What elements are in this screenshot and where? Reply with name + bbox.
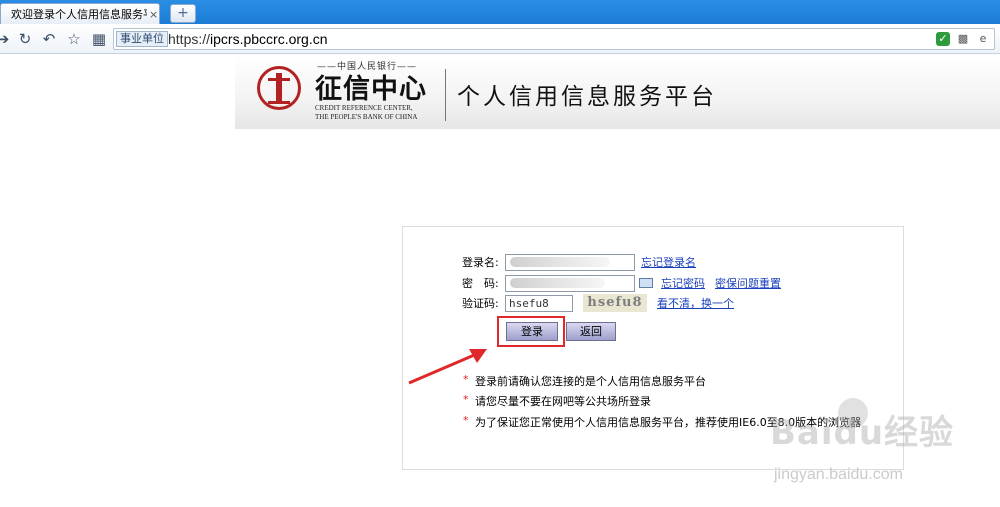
note-star: * bbox=[463, 414, 469, 427]
tab-title: 欢迎登录个人信用信息服务平 bbox=[11, 8, 147, 21]
watermark-site: jingyan.baidu.com bbox=[774, 466, 903, 483]
apps-grid-icon[interactable]: ▦ bbox=[90, 30, 108, 48]
forgot-username-link[interactable]: 忘记登录名 bbox=[641, 254, 696, 270]
note-text: 请您尽量不要在网吧等公共场所登录 bbox=[475, 395, 651, 408]
browser-tab-bar: 欢迎登录个人信用信息服务平 × + bbox=[0, 0, 1000, 24]
captcha-label: 验证码: bbox=[462, 297, 499, 310]
username-row: 登录名: 忘记登录名 bbox=[462, 252, 696, 272]
back-arrow-icon[interactable]: ➔ bbox=[0, 30, 12, 48]
password-label: 密 码: bbox=[462, 277, 499, 290]
note-star: * bbox=[463, 393, 469, 406]
brand-english-line2: THE PEOPLE'S BANK OF CHINA bbox=[315, 113, 418, 121]
browser-tab[interactable]: 欢迎登录个人信用信息服务平 × bbox=[0, 3, 160, 24]
refresh-captcha-link[interactable]: 看不清，换一个 bbox=[657, 295, 734, 311]
site-banner: ——中国人民银行—— 征信中心 CREDIT REFERENCE CENTER,… bbox=[235, 55, 1000, 129]
keyboard-icon[interactable] bbox=[639, 278, 653, 288]
captcha-input[interactable]: hsefu8 bbox=[505, 294, 573, 312]
address-bar[interactable]: 事业单位 https://ipcrs.pbccrc.org.cn ✓ ▩ e bbox=[113, 28, 995, 50]
watermark-logo: Baidu经验 bbox=[770, 413, 955, 453]
security-shield-icon[interactable]: ✓ bbox=[936, 32, 950, 46]
qr-code-icon[interactable]: ▩ bbox=[956, 32, 970, 46]
credit-center-seal-logo bbox=[257, 66, 301, 110]
platform-title: 个人信用信息服务平台 bbox=[457, 84, 717, 110]
close-icon[interactable]: × bbox=[149, 8, 158, 21]
redacted-username bbox=[510, 257, 610, 267]
back-button[interactable]: 返回 bbox=[566, 322, 616, 341]
url-text[interactable]: https://ipcrs.pbccrc.org.cn bbox=[168, 30, 328, 49]
username-label: 登录名: bbox=[462, 256, 499, 269]
star-icon[interactable]: ☆ bbox=[65, 30, 83, 48]
ie-engine-icon[interactable]: e bbox=[976, 32, 990, 46]
redacted-password bbox=[510, 278, 605, 288]
forgot-password-link[interactable]: 忘记密码 bbox=[661, 275, 705, 291]
new-tab-button[interactable]: + bbox=[170, 4, 196, 23]
banner-divider bbox=[445, 69, 446, 121]
brand-title: 征信中心 bbox=[315, 74, 427, 105]
browser-toolbar: ➔ ↻ ↶ ☆ ▦ 事业单位 https://ipcrs.pbccrc.org.… bbox=[0, 24, 1000, 54]
captcha-image[interactable]: hsefu8 bbox=[583, 294, 647, 312]
refresh-icon[interactable]: ↻ bbox=[16, 30, 34, 48]
note-item: * 登录前请确认您连接的是个人信用信息服务平台 bbox=[463, 373, 706, 389]
login-button[interactable]: 登录 bbox=[506, 322, 558, 341]
password-row: 密 码: 忘记密码 密保问题重置 bbox=[462, 273, 781, 293]
reset-security-question-link[interactable]: 密保问题重置 bbox=[715, 275, 781, 291]
undo-icon[interactable]: ↶ bbox=[40, 30, 58, 48]
site-category-tag[interactable]: 事业单位 bbox=[116, 31, 168, 47]
note-text: 登录前请确认您连接的是个人信用信息服务平台 bbox=[475, 375, 706, 388]
annotation-arrow-icon bbox=[408, 349, 487, 385]
brand-english-line1: CREDIT REFERENCE CENTER, bbox=[315, 104, 413, 112]
captcha-row: 验证码: hsefu8 hsefu8 看不清，换一个 bbox=[462, 293, 734, 313]
note-item: * 请您尽量不要在网吧等公共场所登录 bbox=[463, 393, 651, 409]
